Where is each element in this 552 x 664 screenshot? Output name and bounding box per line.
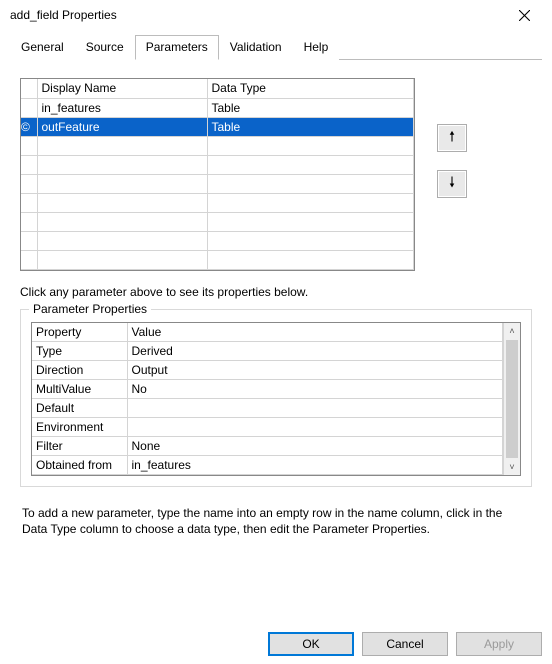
param-row-empty[interactable] xyxy=(21,231,414,250)
cell-display[interactable]: outFeature xyxy=(37,117,207,136)
cancel-button[interactable]: Cancel xyxy=(362,632,448,656)
cell-datatype[interactable]: Table xyxy=(207,98,414,117)
scrollbar[interactable]: ˄ ˅ xyxy=(503,323,520,476)
prop-value[interactable]: Derived xyxy=(127,342,503,361)
scroll-up-icon[interactable]: ˄ xyxy=(504,323,520,340)
arrow-up-icon: 🠕 xyxy=(449,126,455,150)
row-marker: © xyxy=(21,117,37,136)
col-value[interactable]: Value xyxy=(127,323,503,342)
prop-value[interactable]: No xyxy=(127,380,503,399)
param-row[interactable]: in_features Table xyxy=(21,98,414,117)
close-button[interactable] xyxy=(504,1,544,29)
cell-datatype[interactable]: Table xyxy=(207,117,414,136)
parameter-properties-legend: Parameter Properties xyxy=(29,302,151,316)
parameters-grid[interactable]: Display Name Data Type in_features Table… xyxy=(20,78,415,271)
param-row-empty[interactable] xyxy=(21,174,414,193)
prop-row[interactable]: Obtained fromin_features xyxy=(32,456,503,475)
scroll-thumb[interactable] xyxy=(506,340,518,459)
param-row-empty[interactable] xyxy=(21,193,414,212)
tab-source[interactable]: Source xyxy=(75,35,135,60)
hint-add-parameter: To add a new parameter, type the name in… xyxy=(22,505,530,537)
dialog-buttons: OK Cancel Apply xyxy=(268,632,542,656)
tab-bar: General Source Parameters Validation Hel… xyxy=(10,34,542,60)
prop-row[interactable]: DirectionOutput xyxy=(32,361,503,380)
param-row-empty[interactable] xyxy=(21,250,414,269)
param-row[interactable]: © outFeature Table xyxy=(21,117,414,136)
grid-header-row: Display Name Data Type xyxy=(21,79,414,98)
cell-display[interactable]: in_features xyxy=(37,98,207,117)
scroll-down-icon[interactable]: ˅ xyxy=(504,458,520,475)
ok-button[interactable]: OK xyxy=(268,632,354,656)
param-row-empty[interactable] xyxy=(21,155,414,174)
prop-row[interactable]: Environment xyxy=(32,418,503,437)
window-title: add_field Properties xyxy=(10,8,117,22)
tab-help[interactable]: Help xyxy=(293,35,340,60)
prop-value[interactable]: Output xyxy=(127,361,503,380)
hint-click-parameter: Click any parameter above to see its pro… xyxy=(20,285,532,299)
param-row-empty[interactable] xyxy=(21,136,414,155)
col-data-type[interactable]: Data Type xyxy=(207,79,414,98)
col-display-name[interactable]: Display Name xyxy=(37,79,207,98)
prop-row[interactable]: TypeDerived xyxy=(32,342,503,361)
arrow-down-icon: 🠗 xyxy=(449,172,455,196)
tab-general[interactable]: General xyxy=(10,35,75,60)
col-property[interactable]: Property xyxy=(32,323,127,342)
parameter-properties-group: Parameter Properties Property Value Type… xyxy=(20,309,532,488)
prop-row[interactable]: FilterNone xyxy=(32,437,503,456)
prop-row[interactable]: Default xyxy=(32,399,503,418)
prop-value[interactable] xyxy=(127,418,503,437)
property-grid[interactable]: Property Value TypeDerived DirectionOutp… xyxy=(32,323,503,476)
move-down-button[interactable]: 🠗 xyxy=(437,170,467,198)
move-up-button[interactable]: 🠕 xyxy=(437,124,467,152)
prop-value[interactable] xyxy=(127,399,503,418)
close-icon xyxy=(519,10,530,21)
param-row-empty[interactable] xyxy=(21,212,414,231)
prop-value[interactable]: None xyxy=(127,437,503,456)
grid-header-row: Property Value xyxy=(32,323,503,342)
prop-row[interactable]: MultiValueNo xyxy=(32,380,503,399)
tab-validation[interactable]: Validation xyxy=(219,35,293,60)
apply-button: Apply xyxy=(456,632,542,656)
titlebar: add_field Properties xyxy=(0,0,552,30)
tab-parameters[interactable]: Parameters xyxy=(135,35,219,60)
prop-value[interactable]: in_features xyxy=(127,456,503,475)
